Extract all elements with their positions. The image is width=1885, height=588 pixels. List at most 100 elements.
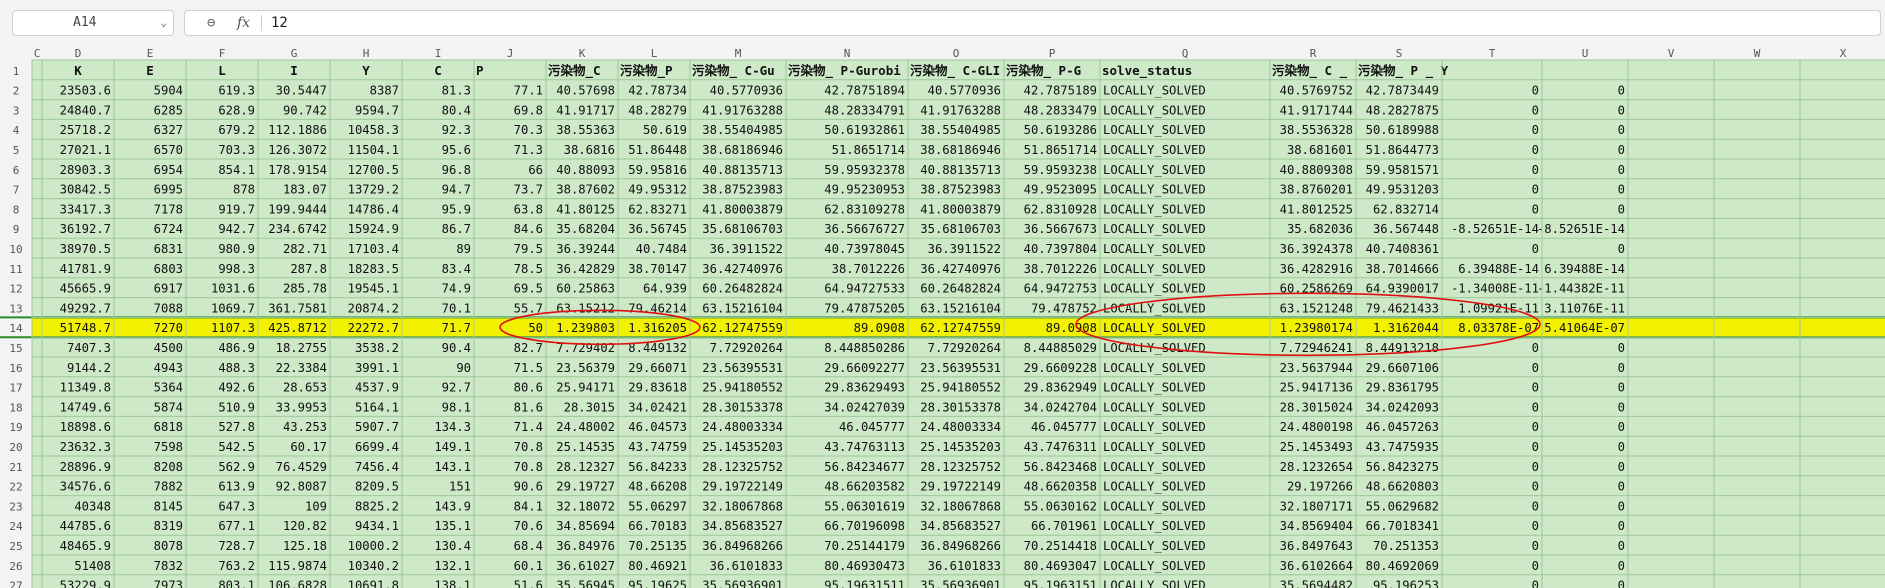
row-number: 23 <box>9 500 22 513</box>
table-cell: 6954 <box>154 163 183 177</box>
table-cell: 8.448850286 <box>824 341 905 355</box>
table-cell: 38.5536328 <box>1280 123 1353 137</box>
row-number: 22 <box>9 481 22 494</box>
table-cell: 40.88135713 <box>920 163 1001 177</box>
table-cell: LOCALLY_SOLVED <box>1103 202 1206 216</box>
table-cell: 878 <box>233 183 255 197</box>
row-number: 15 <box>9 342 22 355</box>
table-cell: 38.68186946 <box>702 143 783 157</box>
row-number: 19 <box>9 421 22 434</box>
table-cell: 56.8423468 <box>1024 460 1097 474</box>
table-cell: 488.3 <box>218 361 255 375</box>
table-cell: 28.1232654 <box>1280 460 1353 474</box>
table-cell: 79.478752 <box>1031 301 1097 315</box>
table-cell: 42.7875189 <box>1024 84 1097 98</box>
table-cell: 42.78734 <box>628 84 687 98</box>
magnifier-icon[interactable]: ⊖ <box>207 11 215 35</box>
table-cell: 8.44885029 <box>1024 341 1097 355</box>
column-header-v: V <box>1668 47 1675 60</box>
table-cell: 28.653 <box>283 381 327 395</box>
table-cell: 0 <box>1618 341 1625 355</box>
table-cell: LOCALLY_SOLVED <box>1103 539 1206 553</box>
table-cell: 38.7014666 <box>1366 262 1439 276</box>
table-cell: 25.14535 <box>556 440 615 454</box>
table-cell: 562.9 <box>218 460 255 474</box>
chevron-down-icon[interactable]: ⌄ <box>160 11 167 35</box>
table-cell: 0 <box>1532 440 1539 454</box>
table-cell: LOCALLY_SOLVED <box>1103 143 1206 157</box>
table-cell: 49.9523095 <box>1024 183 1097 197</box>
table-cell: 36.6101833 <box>710 559 783 573</box>
table-cell: 59.95816 <box>628 163 687 177</box>
table-cell: 38.70147 <box>628 262 687 276</box>
table-cell: 36192.7 <box>60 222 111 236</box>
table-cell: 46.045777 <box>839 420 905 434</box>
table-cell: 728.7 <box>218 539 255 553</box>
table-cell: 34.0242704 <box>1024 400 1097 414</box>
header-cell: 污染物_ C _ <box>1272 63 1348 79</box>
header-cell: 污染物_C <box>548 63 601 79</box>
table-cell: 59.9581571 <box>1366 163 1439 177</box>
table-cell: 48.2827875 <box>1366 103 1439 117</box>
table-row[interactable]: 14 51748.7 7270 1107.3 425.8712 22272.7 71.7 50… <box>0 316 1885 339</box>
table-cell: 13729.2 <box>348 183 399 197</box>
table-cell: 36.3911522 <box>928 242 1001 256</box>
table-cell: 24.48002 <box>556 420 615 434</box>
table-cell: 28.12325752 <box>920 460 1001 474</box>
table-cell: 50.619 <box>643 123 687 137</box>
table-cell: 1031.6 <box>211 282 255 296</box>
table-cell: 70.8 <box>514 440 543 454</box>
formula-input[interactable]: 12 <box>271 11 288 35</box>
table-cell: 55.06301619 <box>824 499 905 513</box>
spreadsheet-grid[interactable]: C D E F G H I J K L M N O P Q R S T U V W X 1 K E L I Y C P 污染物_C 污染物_P… <box>0 46 1885 588</box>
column-header-c: C <box>34 47 41 60</box>
row-number: 14 <box>9 322 23 335</box>
table-cell: 25.14535203 <box>920 440 1001 454</box>
table-cell: 69.5 <box>514 282 543 296</box>
table-cell: 1.3162044 <box>1373 321 1439 335</box>
table-cell: 34576.6 <box>60 480 111 494</box>
table-cell: 43.7476311 <box>1024 440 1097 454</box>
grid-canvas[interactable]: C D E F G H I J K L M N O P Q R S T U V W X 1 K E L I Y C P 污染物_C 污染物_P… <box>0 46 1885 588</box>
table-cell: 48.6620358 <box>1024 480 1097 494</box>
table-cell: 7.72920264 <box>710 341 783 355</box>
table-cell: 0 <box>1532 400 1539 414</box>
table-cell: 0 <box>1618 163 1625 177</box>
table-cell: 40.7397804 <box>1024 242 1097 256</box>
table-cell: 942.7 <box>218 222 255 236</box>
table-cell: 68.4 <box>514 539 543 553</box>
table-cell: 38.87523983 <box>920 183 1001 197</box>
table-cell: 62.832714 <box>1373 202 1439 216</box>
name-box[interactable]: A14 ⌄ <box>12 10 174 36</box>
table-cell: 95.19631511 <box>824 579 905 588</box>
table-cell: 18898.6 <box>60 420 111 434</box>
table-cell: 80.4692069 <box>1366 559 1439 573</box>
table-cell: 55.0629682 <box>1366 499 1439 513</box>
table-cell: 70.251353 <box>1373 539 1439 553</box>
table-cell: 70.1 <box>442 301 471 315</box>
table-cell: LOCALLY_SOLVED <box>1103 460 1206 474</box>
table-cell: 23.56395531 <box>702 361 783 375</box>
table-cell: 9434.1 <box>355 519 399 533</box>
table-cell: 8209.5 <box>355 480 399 494</box>
column-header-o: O <box>953 47 960 60</box>
table-cell: 34.0242093 <box>1366 400 1439 414</box>
table-cell: 425.8712 <box>268 321 327 335</box>
formula-input-area[interactable]: ⊖ fx 12 <box>184 10 1881 36</box>
table-cell: 62.8310928 <box>1024 202 1097 216</box>
table-cell: 43.74763113 <box>824 440 905 454</box>
table-cell: 0 <box>1532 381 1539 395</box>
table-cell: 41.9171744 <box>1280 103 1353 117</box>
table-cell: 51408 <box>74 559 111 573</box>
table-cell: 40.57698 <box>556 84 615 98</box>
table-cell: 35.68204 <box>556 222 615 236</box>
fx-icon[interactable]: fx <box>237 11 250 35</box>
table-cell: 60.26482824 <box>702 282 783 296</box>
column-header-f: F <box>219 47 226 60</box>
header-cell: 污染物_ P-G <box>1006 63 1081 79</box>
table-cell: LOCALLY_SOLVED <box>1103 183 1206 197</box>
table-cell: 0 <box>1532 123 1539 137</box>
table-cell: 29.6607106 <box>1366 361 1439 375</box>
table-cell: 48.66208 <box>628 480 687 494</box>
table-cell: 149.1 <box>434 440 471 454</box>
